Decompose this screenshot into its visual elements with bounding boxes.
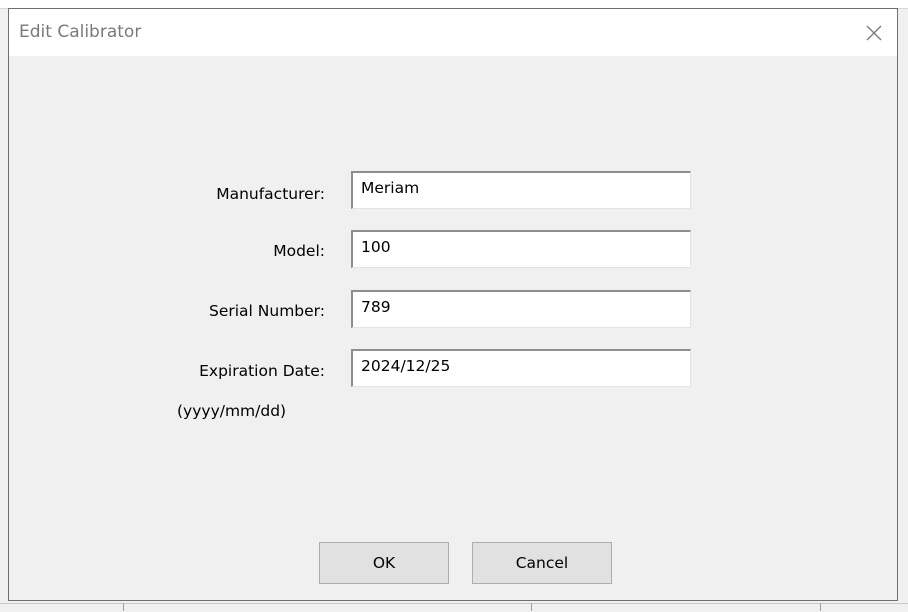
background-column-divider bbox=[531, 603, 532, 611]
close-button[interactable] bbox=[851, 9, 897, 56]
background-column-divider bbox=[123, 603, 124, 611]
close-icon bbox=[866, 25, 882, 40]
title-bar: Edit Calibrator bbox=[9, 9, 897, 56]
model-label: Model: bbox=[273, 242, 325, 260]
serial-number-label: Serial Number: bbox=[208, 302, 325, 320]
model-field[interactable]: 100 bbox=[351, 230, 691, 268]
dialog-title: Edit Calibrator bbox=[19, 22, 142, 42]
background-column-divider bbox=[820, 603, 821, 611]
cancel-button[interactable]: Cancel bbox=[472, 542, 612, 584]
manufacturer-field[interactable]: Meriam bbox=[351, 171, 691, 209]
edit-calibrator-dialog: Edit Calibrator Manufacturer: Meriam Mod… bbox=[8, 8, 898, 601]
expiration-date-format-hint: (yyyy/mm/dd) bbox=[177, 402, 287, 420]
ok-button[interactable]: OK bbox=[319, 542, 449, 584]
serial-number-field[interactable]: 789 bbox=[351, 290, 691, 328]
expiration-date-label: Expiration Date: bbox=[199, 362, 325, 380]
manufacturer-label: Manufacturer: bbox=[216, 185, 325, 203]
expiration-date-field[interactable]: 2024/12/25 bbox=[351, 349, 691, 387]
